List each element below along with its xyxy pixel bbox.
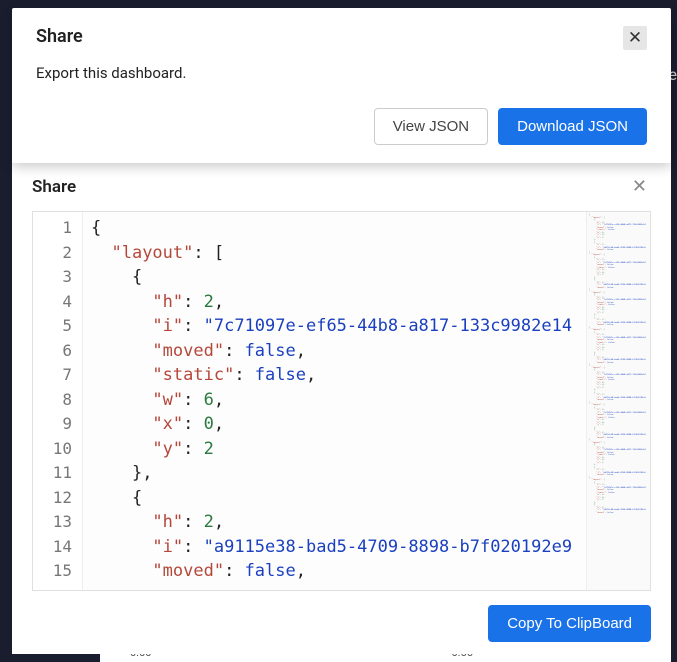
code-line: }, bbox=[91, 461, 578, 486]
line-number: 15 bbox=[33, 559, 82, 584]
close-button[interactable]: ✕ bbox=[623, 26, 647, 50]
code-line: "x": 0, bbox=[91, 412, 578, 437]
json-code-editor[interactable]: 123456789101112131415 { "layout": [ { "h… bbox=[32, 211, 651, 591]
dialog-header: Share ✕ bbox=[32, 174, 651, 199]
share-export-dialog: Share ✕ Export this dashboard. View JSON… bbox=[12, 8, 671, 163]
line-number: 8 bbox=[33, 388, 82, 413]
close-button[interactable]: ✕ bbox=[628, 174, 651, 199]
dialog-header: Share ✕ bbox=[36, 26, 647, 50]
code-line: "h": 2, bbox=[91, 290, 578, 315]
code-line: "w": 6, bbox=[91, 388, 578, 413]
line-number: 9 bbox=[33, 412, 82, 437]
line-number: 6 bbox=[33, 339, 82, 364]
download-json-button[interactable]: Download JSON bbox=[498, 108, 647, 145]
copy-to-clipboard-button[interactable]: Copy To ClipBoard bbox=[488, 605, 651, 642]
dialog-title: Share bbox=[32, 177, 76, 197]
code-content[interactable]: { "layout": [ { "h": 2, "i": "7c71097e-e… bbox=[83, 212, 586, 590]
code-line: "i": "7c71097e-ef65-44b8-a817-133c9982e1… bbox=[91, 314, 578, 339]
dialog-subtitle: Export this dashboard. bbox=[36, 64, 647, 82]
share-json-dialog: Share ✕ 123456789101112131415 { "layout"… bbox=[12, 156, 671, 654]
code-line: { bbox=[91, 265, 578, 290]
line-number: 12 bbox=[33, 486, 82, 511]
code-line: "h": 2, bbox=[91, 510, 578, 535]
line-number: 2 bbox=[33, 241, 82, 266]
line-number: 4 bbox=[33, 290, 82, 315]
code-line: "static": false, bbox=[91, 363, 578, 388]
dialog-button-row: View JSON Download JSON bbox=[36, 108, 647, 145]
line-number: 10 bbox=[33, 437, 82, 462]
line-number: 5 bbox=[33, 314, 82, 339]
code-line: "i": "a9115e38-bad5-4709-8898-b7f020192e… bbox=[91, 535, 578, 560]
code-line: "moved": false, bbox=[91, 339, 578, 364]
close-icon: ✕ bbox=[628, 30, 642, 47]
view-json-button[interactable]: View JSON bbox=[374, 108, 488, 145]
line-number: 13 bbox=[33, 510, 82, 535]
code-line: { bbox=[91, 486, 578, 511]
close-icon: ✕ bbox=[632, 176, 647, 197]
line-number: 3 bbox=[33, 265, 82, 290]
code-line: "layout": [ bbox=[91, 241, 578, 266]
line-number: 14 bbox=[33, 535, 82, 560]
code-line: "y": 2 bbox=[91, 437, 578, 462]
dialog-button-row: Copy To ClipBoard bbox=[32, 605, 651, 642]
dialog-title: Share bbox=[36, 26, 83, 47]
line-number: 11 bbox=[33, 461, 82, 486]
code-minimap[interactable]: { "layout": [ { "h": 2, "i": "7c71097e-e… bbox=[586, 212, 650, 590]
line-number: 1 bbox=[33, 216, 82, 241]
code-line: { bbox=[91, 216, 578, 241]
line-number-gutter: 123456789101112131415 bbox=[33, 212, 83, 590]
line-number: 7 bbox=[33, 363, 82, 388]
code-line: "moved": false, bbox=[91, 559, 578, 584]
